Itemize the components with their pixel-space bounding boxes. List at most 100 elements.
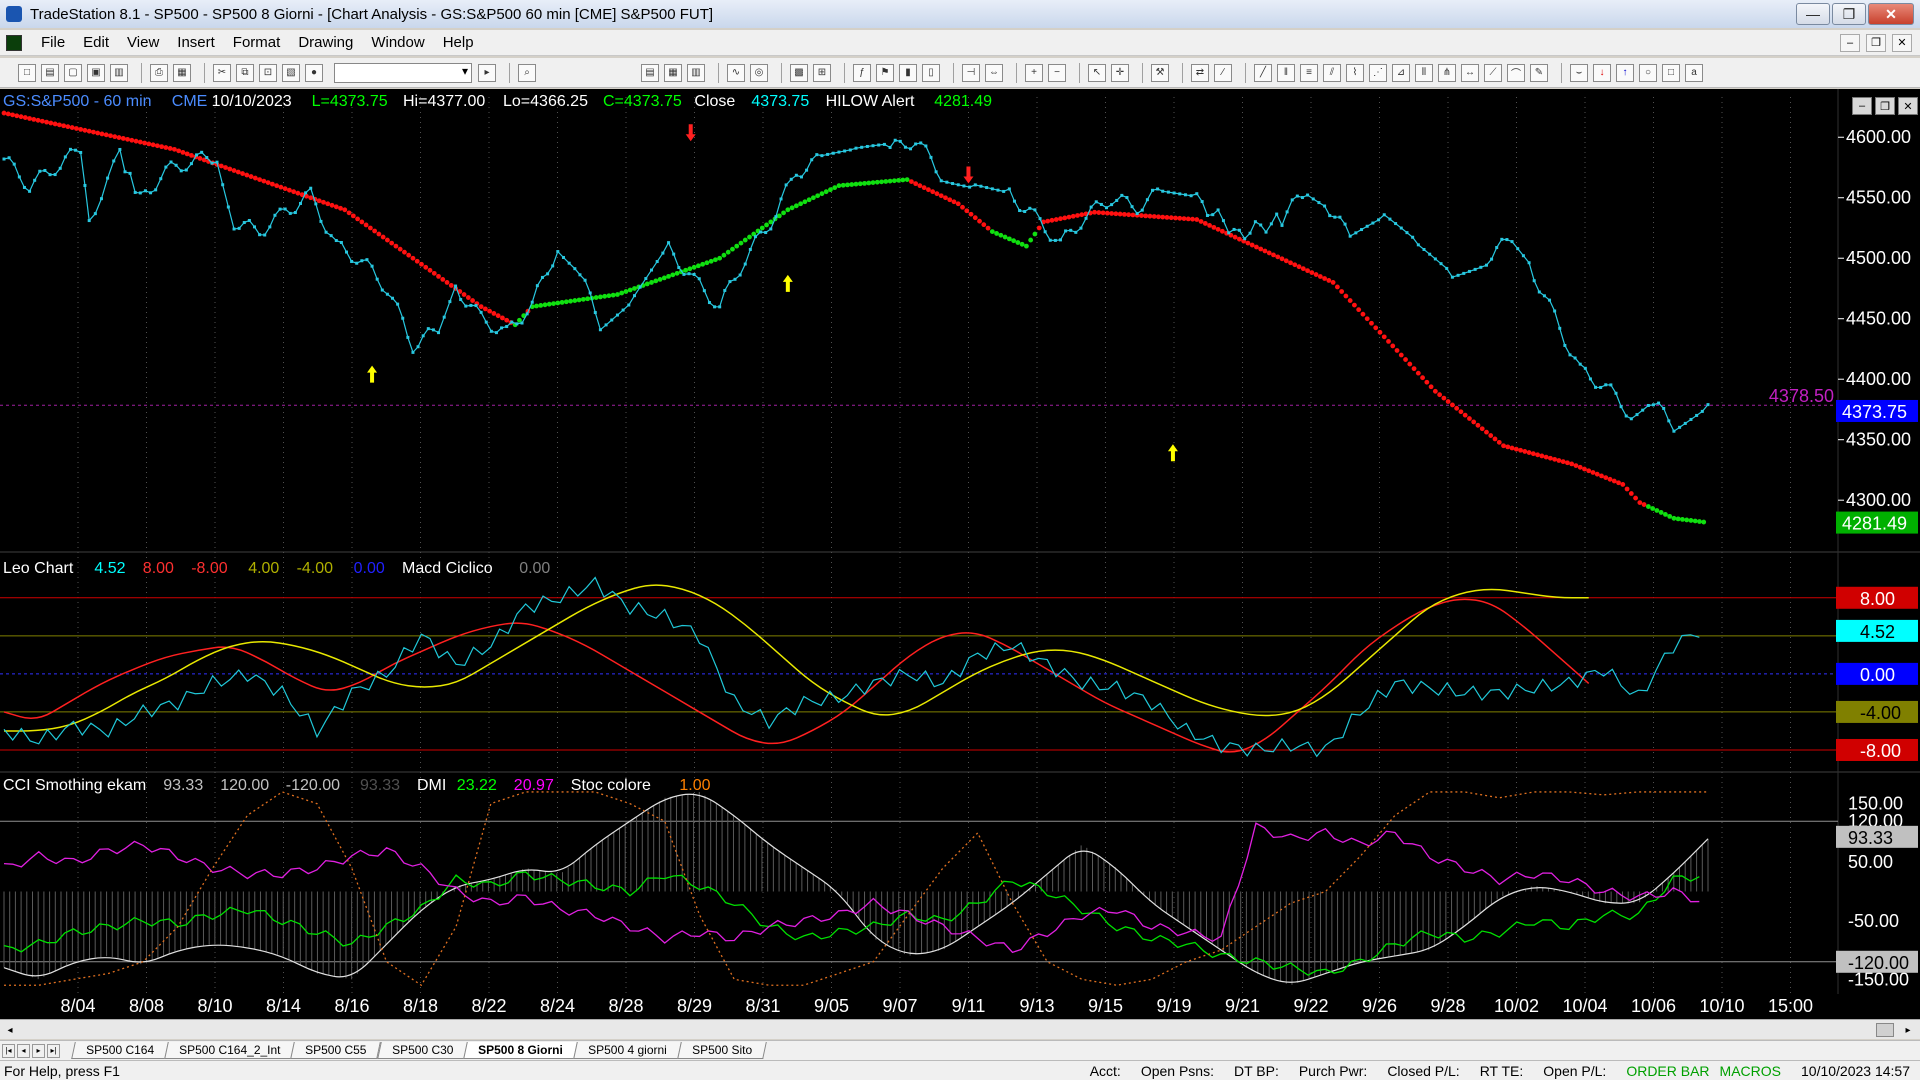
chart-area[interactable]: 8/04 8/08 8/10 8/14 8/16 8/18 8/22 8/24 8/28 8/29… [0,89,1920,1019]
tab-sp500-sito[interactable]: SP500 Sito [676,1042,767,1059]
menu-insert[interactable]: Insert [168,34,224,51]
menu-edit[interactable]: Edit [74,34,118,51]
zoom-out-icon[interactable]: − [1048,63,1066,82]
tab-sp500-4-giorni[interactable]: SP500 4 giorni [573,1042,682,1059]
scanner-icon[interactable]: ⌕ [518,63,536,82]
close-price-point [546,272,550,276]
tab-sp500-c30[interactable]: SP500 C30 [377,1042,469,1059]
menu-window[interactable]: Window [362,34,433,51]
tradebar-icon[interactable]: ⊞ [813,63,831,82]
cut-icon[interactable]: ✂ [213,63,231,82]
regression-icon[interactable]: ⟋ [1484,63,1502,82]
print-icon[interactable]: ⎙ [150,63,168,82]
bar-spacing-icon[interactable]: ⊣ [962,63,980,82]
horizontal-lines-icon[interactable]: ≡ [1300,63,1318,82]
arrow-both-icon[interactable]: ↔ [1461,63,1479,82]
arrow-down-icon[interactable]: ↓ [1593,63,1611,82]
order-icon[interactable]: ⇄ [1191,63,1209,82]
tab-sp500-8-giorni[interactable]: SP500 8 Giorni [463,1042,578,1059]
tools-icon[interactable]: ⚒ [1151,63,1169,82]
new-file-icon[interactable]: □ [18,63,36,82]
y-tick-label: 4450.00 [1846,309,1911,329]
macros-button[interactable]: MACROS [1720,1063,1791,1079]
copy-icon[interactable]: ⧉ [236,63,254,82]
window-tile-icon[interactable]: ▥ [687,63,705,82]
matrix-icon[interactable]: ▩ [790,63,808,82]
paste-icon[interactable]: ▧ [282,63,300,82]
bars-icon[interactable]: ▮ [899,63,917,82]
stop-dot [1475,422,1481,428]
lock-icon[interactable]: ⊡ [259,63,277,82]
tab-sp500-c164-2-int[interactable]: SP500 C164_2_Int [164,1042,296,1059]
gann-icon[interactable]: ⊿ [1392,63,1410,82]
curve-icon[interactable]: ⌣ [1570,63,1588,82]
chart-canvas[interactable]: 8/04 8/08 8/10 8/14 8/16 8/18 8/22 8/24 8/28 8/29… [0,89,1920,1019]
chart-close-button[interactable]: ✕ [1898,97,1918,115]
mdi-minimize-button[interactable]: – [1840,33,1860,52]
tab-sp500-c55[interactable]: SP500 C55 [290,1042,382,1059]
strategy-icon[interactable]: ⚑ [876,63,894,82]
fib-time-icon[interactable]: ⦀ [1415,63,1433,82]
menu-view[interactable]: View [118,34,168,51]
fib-icon[interactable]: ⌇ [1346,63,1364,82]
chart-minimize-button[interactable]: – [1852,97,1872,115]
mdi-close-button[interactable]: ✕ [1892,33,1912,52]
price-header-item: GS:S&P500 - 60 min [3,93,152,110]
save-icon[interactable]: ▣ [87,63,105,82]
speed-line-icon[interactable]: ⋰ [1369,63,1387,82]
text-icon[interactable]: a [1685,63,1703,82]
channel-icon[interactable]: ⫽ [1323,63,1341,82]
tab-prev-icon[interactable]: ◂ [17,1043,30,1058]
zoom-in-icon[interactable]: + [1025,63,1043,82]
rectangle-icon[interactable]: □ [1662,63,1680,82]
close-price-point [1115,198,1119,202]
histogram-icon[interactable]: ▯ [922,63,940,82]
scroll-icon[interactable]: ⇔ [985,63,1003,82]
stop-dot [355,216,360,222]
arc-icon[interactable]: ⌒ [1507,63,1525,82]
mdi-restore-button[interactable]: ❐ [1866,33,1886,52]
scroll-left-icon[interactable]: ◂ [2,1022,18,1038]
ellipse-icon[interactable]: ○ [1639,63,1657,82]
window-grid-icon[interactable]: ▦ [664,63,682,82]
tab-last-icon[interactable]: ▸| [47,1043,60,1058]
color-icon[interactable]: ● [305,63,323,82]
scroll-thumb[interactable] [1876,1023,1894,1037]
menu-help[interactable]: Help [434,34,483,51]
symbol-select[interactable] [334,62,472,83]
trendline-icon[interactable]: ∕ [1214,63,1232,82]
horizontal-scrollbar[interactable]: ◂ ▸ [0,1019,1920,1039]
arrow-up-icon[interactable]: ↑ [1616,63,1634,82]
menu-drawing[interactable]: Drawing [289,34,362,51]
crosshair-icon[interactable]: ✛ [1111,63,1129,82]
andrews-icon[interactable]: ⋔ [1438,63,1456,82]
pointer-icon[interactable]: ↖ [1088,63,1106,82]
minimize-button[interactable]: — [1796,3,1830,25]
window-list-icon[interactable]: ▤ [641,63,659,82]
tab-first-icon[interactable]: |◂ [2,1043,15,1058]
chart-restore-button[interactable]: ❐ [1875,97,1895,115]
indicator-icon[interactable]: ƒ [853,63,871,82]
play-icon[interactable]: ▸ [478,63,496,82]
chart-icon[interactable]: ∿ [727,63,745,82]
pencil-icon[interactable]: ✎ [1530,63,1548,82]
workspace-icon[interactable]: ▥ [110,63,128,82]
tab-next-icon[interactable]: ▸ [32,1043,45,1058]
radar-icon[interactable]: ◎ [750,63,768,82]
scroll-right-icon[interactable]: ▸ [1900,1022,1916,1038]
print-preview-icon[interactable]: ▦ [173,63,191,82]
new-window-icon[interactable]: ▢ [64,63,82,82]
open-folder-icon[interactable]: ▤ [41,63,59,82]
menu-file[interactable]: File [32,34,74,51]
tab-sp500-c164[interactable]: SP500 C164 [71,1042,169,1059]
chart-document-icon[interactable] [6,34,22,51]
line-icon[interactable]: ╱ [1254,63,1272,82]
stop-dot [1237,236,1242,242]
maximize-button[interactable]: ❐ [1832,3,1866,25]
close-button[interactable]: ✕ [1868,3,1914,25]
x-axis-label: 8/29 [677,996,712,1016]
order-bar-button[interactable]: ORDER BAR [1616,1063,1719,1079]
vertical-lines-icon[interactable]: ‖ [1277,63,1295,82]
menu-format[interactable]: Format [224,34,290,51]
stop-dot [1415,370,1421,376]
